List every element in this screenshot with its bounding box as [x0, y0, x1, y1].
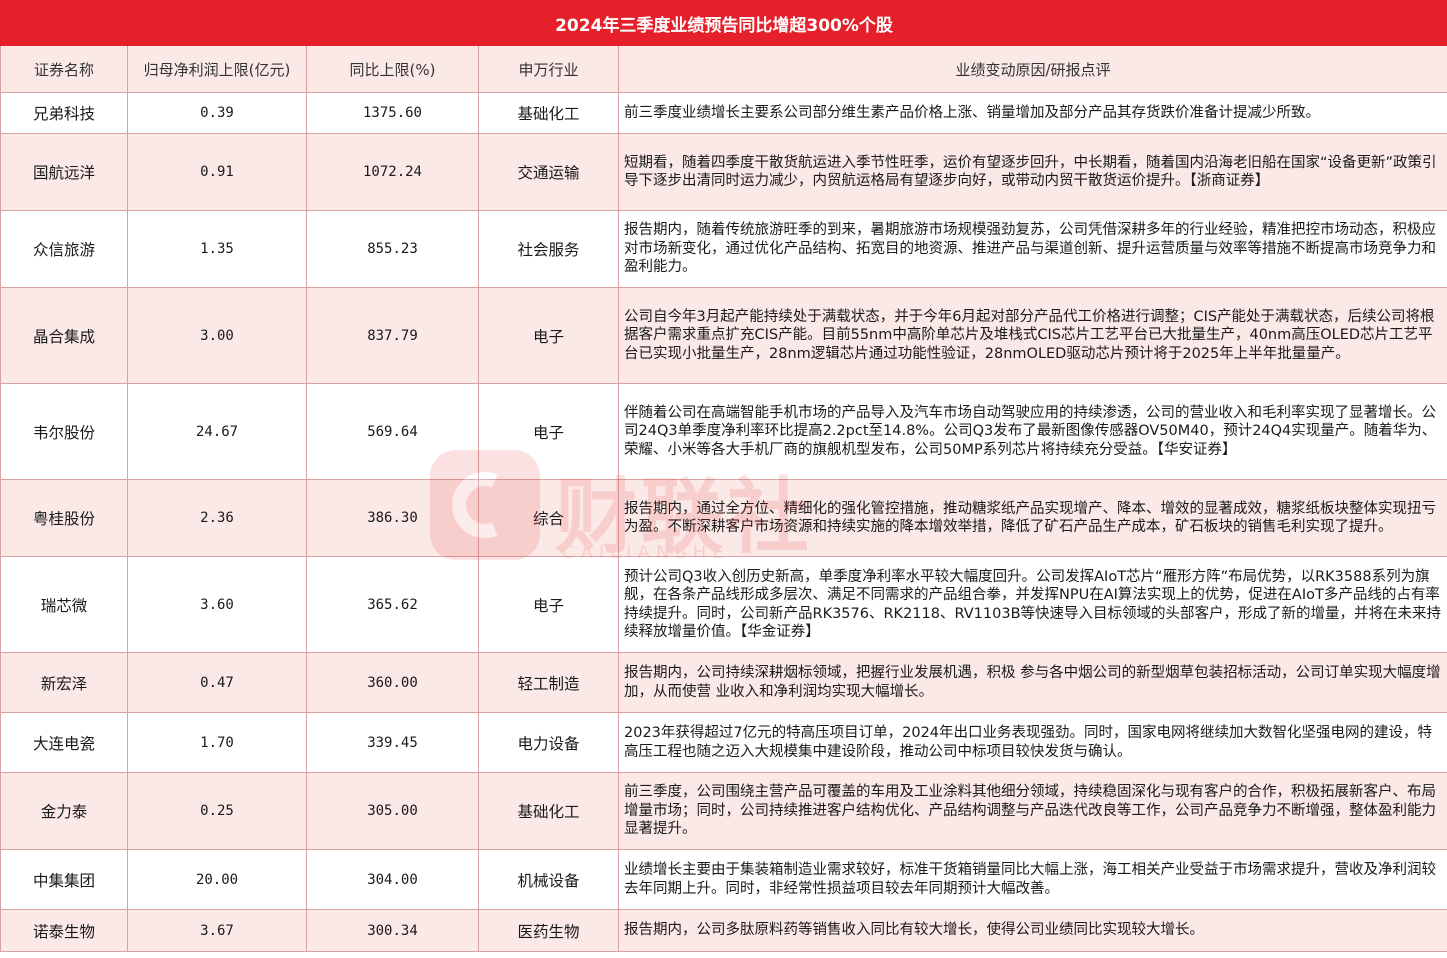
yoy-cap: 305.00	[306, 772, 479, 850]
earnings-table: 2024年三季度业绩预告同比增超300%个股 证券名称 归母净利润上限(亿元) …	[0, 0, 1447, 952]
yoy-cap: 300.34	[306, 909, 479, 952]
industry: 社会服务	[478, 210, 619, 288]
profit-cap: 3.67	[127, 909, 307, 952]
reason-text: 伴随着公司在高端智能手机市场的产品导入及汽车市场自动驾驶应用的持续渗透，公司的营…	[617, 383, 1447, 480]
profit-cap: 3.00	[127, 287, 307, 384]
reason-text: 业绩增长主要由于集装箱制造业需求较好，标准干货箱销量同比大幅上涨，海工相关产业受…	[617, 849, 1447, 910]
industry: 基础化工	[478, 772, 619, 850]
reason-text: 报告期内，通过全方位、精细化的强化管控措施，推动糖浆纸产品实现增产、降本、增效的…	[617, 479, 1447, 557]
profit-cap: 1.35	[127, 210, 307, 288]
table-row: 诺泰生物 3.67 300.34 医药生物 报告期内，公司多肽原料药等销售收入同…	[0, 909, 1447, 952]
industry: 综合	[478, 479, 619, 557]
stock-name: 众信旅游	[0, 210, 128, 288]
yoy-cap: 855.23	[306, 210, 479, 288]
reason-text: 公司自今年3月起产能持续处于满载状态，并于今年6月起对部分产品代工价格进行调整；…	[617, 287, 1447, 384]
profit-cap: 2.36	[127, 479, 307, 557]
stock-name: 韦尔股份	[0, 383, 128, 480]
stock-name: 瑞芯微	[0, 556, 128, 653]
reason-text: 前三季度业绩增长主要系公司部分维生素产品价格上涨、销量增加及部分产品其存货跌价准…	[617, 92, 1447, 134]
yoy-cap: 304.00	[306, 849, 479, 910]
reason-text: 报告期内，公司持续深耕烟标领域，把握行业发展机遇，积极 参与各中烟公司的新型烟草…	[617, 652, 1447, 713]
profit-cap: 1.70	[127, 712, 307, 773]
industry: 电子	[478, 287, 619, 384]
col-header-profit: 归母净利润上限(亿元)	[127, 45, 307, 93]
profit-cap: 20.00	[127, 849, 307, 910]
industry: 机械设备	[478, 849, 619, 910]
col-header-industry: 申万行业	[478, 45, 619, 93]
industry: 交通运输	[478, 133, 619, 211]
stock-name: 金力泰	[0, 772, 128, 850]
stock-name: 中集集团	[0, 849, 128, 910]
reason-text: 2023年获得超过7亿元的特高压项目订单，2024年出口业务表现强劲。同时，国家…	[617, 712, 1447, 773]
table-row: 中集集团 20.00 304.00 机械设备 业绩增长主要由于集装箱制造业需求较…	[0, 849, 1447, 910]
table-row: 金力泰 0.25 305.00 基础化工 前三季度，公司围绕主营产品可覆盖的车用…	[0, 772, 1447, 850]
profit-cap: 0.25	[127, 772, 307, 850]
industry: 电力设备	[478, 712, 619, 773]
stock-name: 兄弟科技	[0, 92, 128, 134]
table-title: 2024年三季度业绩预告同比增超300%个股	[0, 0, 1447, 46]
reason-text: 报告期内，公司多肽原料药等销售收入同比有较大增长，使得公司业绩同比实现较大增长。	[617, 909, 1447, 952]
profit-cap: 3.60	[127, 556, 307, 653]
reason-text: 前三季度，公司围绕主营产品可覆盖的车用及工业涂料其他细分领域，持续稳固深化与现有…	[617, 772, 1447, 850]
col-header-yoy: 同比上限(%)	[306, 45, 479, 93]
reason-text: 短期看，随着四季度干散货航运进入季节性旺季，运价有望逐步回升，中长期看，随着国内…	[617, 133, 1447, 211]
industry: 电子	[478, 383, 619, 480]
stock-name: 新宏泽	[0, 652, 128, 713]
table-row: 新宏泽 0.47 360.00 轻工制造 报告期内，公司持续深耕烟标领域，把握行…	[0, 652, 1447, 713]
table-row: 大连电瓷 1.70 339.45 电力设备 2023年获得超过7亿元的特高压项目…	[0, 712, 1447, 773]
yoy-cap: 837.79	[306, 287, 479, 384]
yoy-cap: 365.62	[306, 556, 479, 653]
industry: 电子	[478, 556, 619, 653]
page: 2024年三季度业绩预告同比增超300%个股 证券名称 归母净利润上限(亿元) …	[0, 0, 1447, 958]
industry: 医药生物	[478, 909, 619, 952]
yoy-cap: 1375.60	[306, 92, 479, 134]
yoy-cap: 339.45	[306, 712, 479, 773]
stock-name: 国航远洋	[0, 133, 128, 211]
yoy-cap: 386.30	[306, 479, 479, 557]
profit-cap: 0.39	[127, 92, 307, 134]
stock-name: 粤桂股份	[0, 479, 128, 557]
table-header: 证券名称 归母净利润上限(亿元) 同比上限(%) 申万行业 业绩变动原因/研报点…	[0, 45, 1447, 93]
col-header-name: 证券名称	[0, 45, 128, 93]
col-header-reason: 业绩变动原因/研报点评	[617, 45, 1447, 93]
profit-cap: 0.91	[127, 133, 307, 211]
stock-name: 晶合集成	[0, 287, 128, 384]
industry: 基础化工	[478, 92, 619, 134]
table-row: 众信旅游 1.35 855.23 社会服务 报告期内，随着传统旅游旺季的到来，暑…	[0, 210, 1447, 288]
profit-cap: 0.47	[127, 652, 307, 713]
yoy-cap: 569.64	[306, 383, 479, 480]
reason-text: 报告期内，随着传统旅游旺季的到来，暑期旅游市场规模强劲复苏，公司凭借深耕多年的行…	[617, 210, 1447, 288]
reason-text: 预计公司Q3收入创历史新高，单季度净利率水平较大幅度回升。公司发挥AIoT芯片“…	[617, 556, 1447, 653]
table-row: 瑞芯微 3.60 365.62 电子 预计公司Q3收入创历史新高，单季度净利率水…	[0, 556, 1447, 653]
table-row: 晶合集成 3.00 837.79 电子 公司自今年3月起产能持续处于满载状态，并…	[0, 287, 1447, 384]
table-row: 国航远洋 0.91 1072.24 交通运输 短期看，随着四季度干散货航运进入季…	[0, 133, 1447, 211]
stock-name: 诺泰生物	[0, 909, 128, 952]
profit-cap: 24.67	[127, 383, 307, 480]
table-row: 粤桂股份 2.36 386.30 综合 报告期内，通过全方位、精细化的强化管控措…	[0, 479, 1447, 557]
industry: 轻工制造	[478, 652, 619, 713]
yoy-cap: 360.00	[306, 652, 479, 713]
table-row: 兄弟科技 0.39 1375.60 基础化工 前三季度业绩增长主要系公司部分维生…	[0, 92, 1447, 134]
stock-name: 大连电瓷	[0, 712, 128, 773]
yoy-cap: 1072.24	[306, 133, 479, 211]
table-row: 韦尔股份 24.67 569.64 电子 伴随着公司在高端智能手机市场的产品导入…	[0, 383, 1447, 480]
